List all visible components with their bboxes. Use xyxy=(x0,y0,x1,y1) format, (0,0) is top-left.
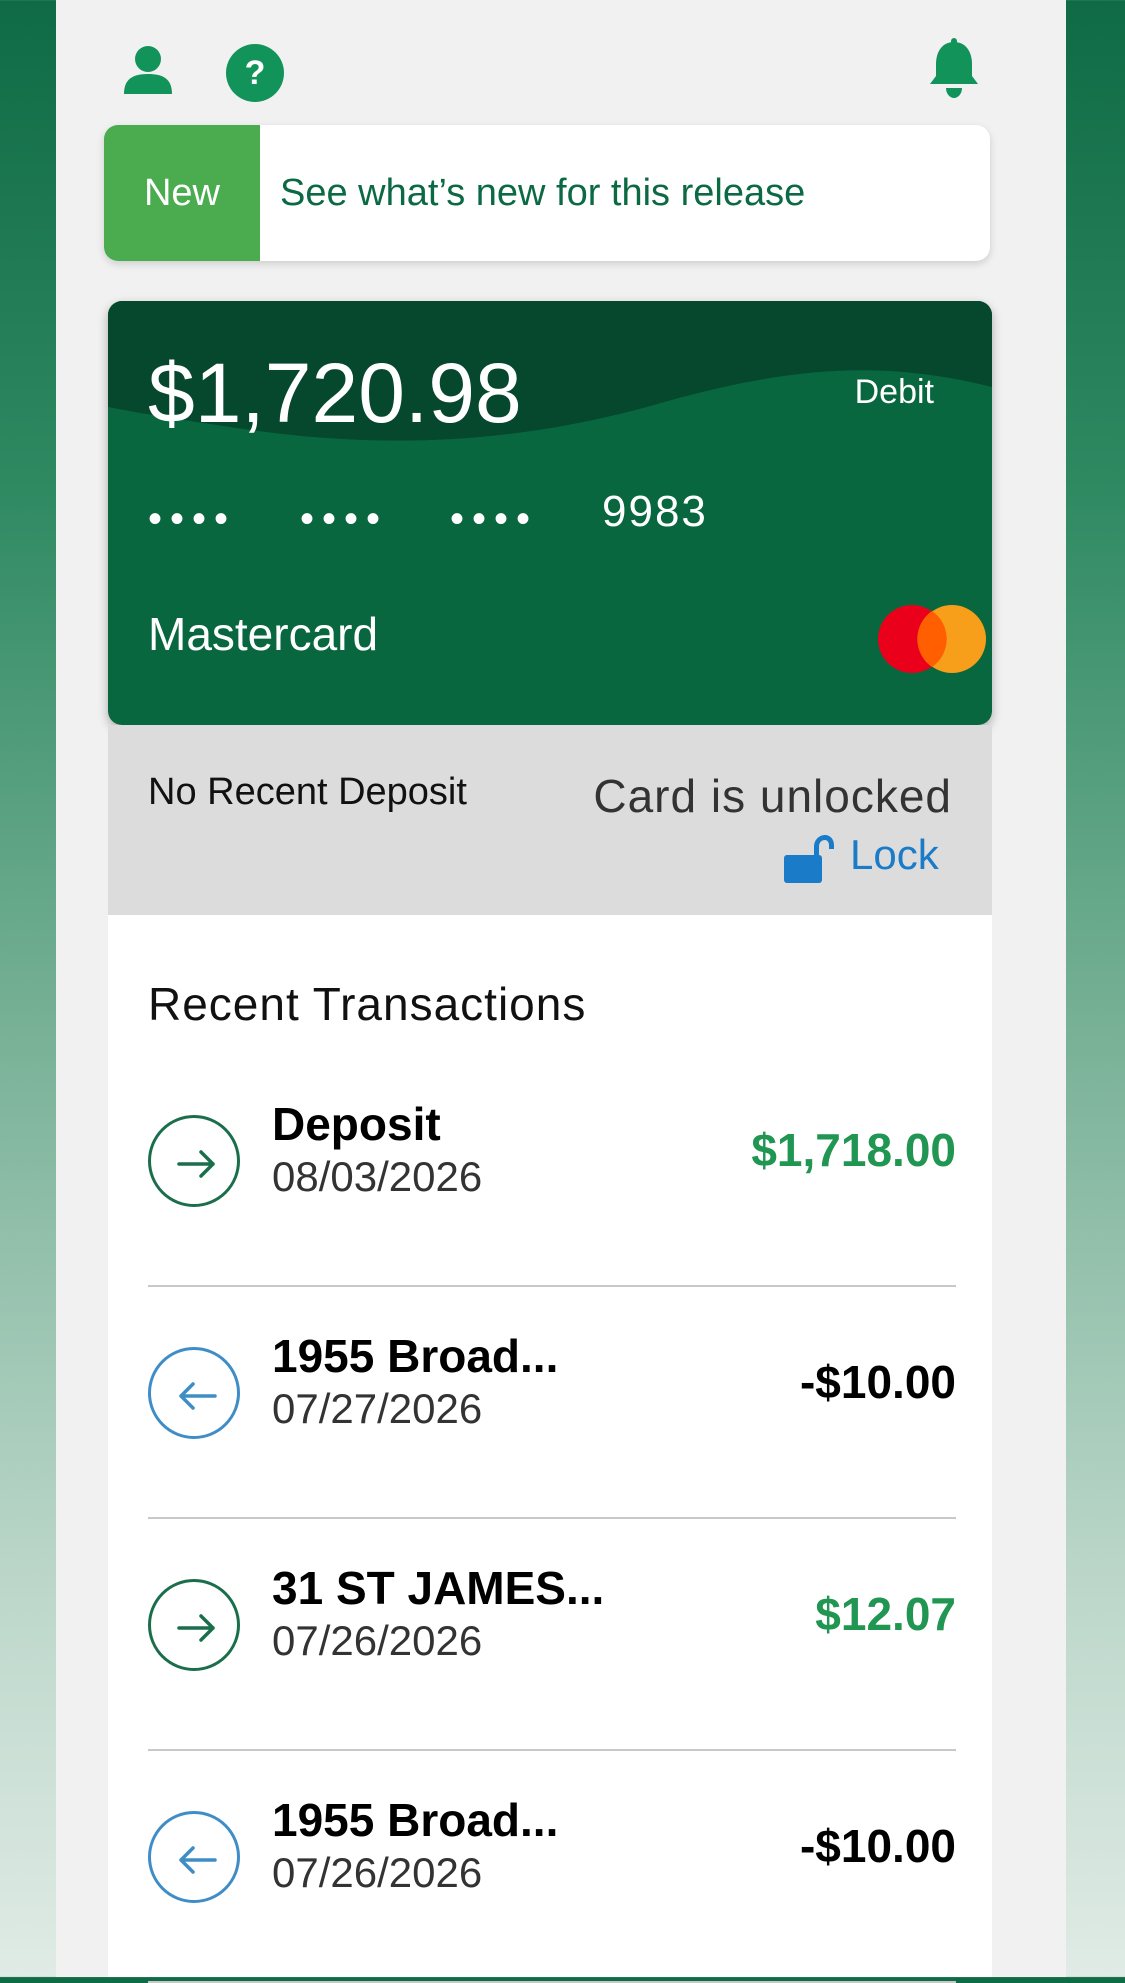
transaction-date: 07/26/2026 xyxy=(272,1617,483,1664)
transaction-name: 1955 Broad... xyxy=(272,1794,559,1846)
card-brand-name: Mastercard xyxy=(148,608,379,660)
transaction-date: 07/27/2026 xyxy=(272,1385,483,1432)
debit-card[interactable]: $1,720.98 Debit •••• •••• •••• 9983 Mast… xyxy=(108,301,992,725)
card-type-label: Debit xyxy=(854,373,934,411)
app-panel: ? New See what’s new for this release $1… xyxy=(56,0,1066,1983)
transactions-heading: Recent Transactions xyxy=(148,978,587,1030)
card-status-area: No Recent Deposit Card is unlocked Lock xyxy=(108,725,992,915)
transaction-row[interactable]: 1955 Broad... 07/26/2026 -$10.00 xyxy=(148,1751,956,1983)
lock-label[interactable]: Lock xyxy=(850,831,939,879)
transaction-amount: -$10.00 xyxy=(799,1820,956,1872)
masked-digits: •••• xyxy=(450,497,539,541)
deposit-status: No Recent Deposit xyxy=(148,771,467,813)
transaction-name: Deposit xyxy=(272,1098,441,1150)
transaction-amount: -$10.00 xyxy=(799,1356,956,1408)
transaction-date: 08/03/2026 xyxy=(272,1153,483,1200)
transaction-row[interactable]: 31 ST JAMES... 07/26/2026 $12.07 xyxy=(148,1519,956,1751)
transaction-name: 31 ST JAMES... xyxy=(272,1562,605,1614)
whats-new-link[interactable]: See what’s new for this release xyxy=(280,125,805,261)
transactions-panel: Recent Transactions Deposit 08/03/2026 $… xyxy=(108,915,992,1983)
outgoing-arrow-icon xyxy=(148,1347,240,1439)
transaction-name: 1955 Broad... xyxy=(272,1330,559,1382)
masked-digits: •••• xyxy=(148,497,237,541)
bell-icon[interactable] xyxy=(926,38,982,100)
outgoing-arrow-icon xyxy=(148,1811,240,1903)
top-bar: ? xyxy=(56,0,1066,120)
transaction-row[interactable]: Deposit 08/03/2026 $1,718.00 xyxy=(148,1055,956,1287)
incoming-arrow-icon xyxy=(148,1115,240,1207)
unlocked-padlock-icon xyxy=(784,835,834,883)
card-lock-status: Card is unlocked xyxy=(593,770,952,822)
whats-new-banner[interactable]: New See what’s new for this release xyxy=(104,125,990,261)
card-last-four: 9983 xyxy=(602,487,708,536)
lock-button[interactable]: Lock xyxy=(784,831,952,883)
transaction-amount: $12.07 xyxy=(815,1588,956,1640)
incoming-arrow-icon xyxy=(148,1579,240,1671)
mastercard-logo-icon xyxy=(878,605,986,673)
user-icon[interactable] xyxy=(122,44,174,96)
masked-digits: •••• xyxy=(300,497,389,541)
card-balance: $1,720.98 xyxy=(148,346,522,440)
transaction-date: 07/26/2026 xyxy=(272,1849,483,1896)
help-icon[interactable]: ? xyxy=(226,44,284,102)
transaction-amount: $1,718.00 xyxy=(751,1124,956,1176)
transaction-row[interactable]: 1955 Broad... 07/27/2026 -$10.00 xyxy=(148,1287,956,1519)
new-badge: New xyxy=(104,125,260,261)
